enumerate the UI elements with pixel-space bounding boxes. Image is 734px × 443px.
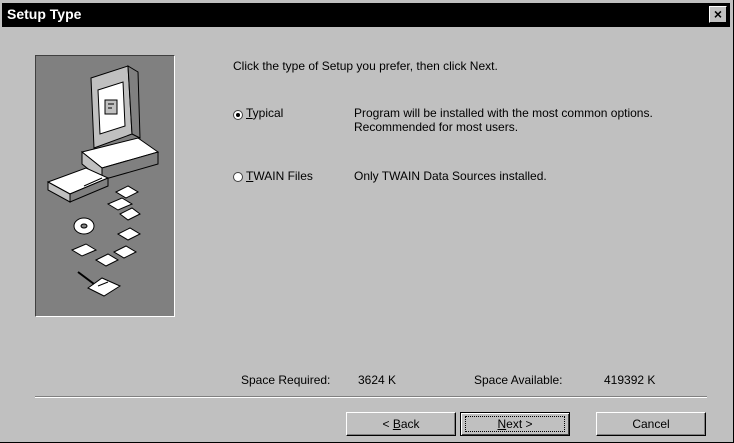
twain-files-radio[interactable] [233, 172, 243, 182]
setup-illustration [35, 55, 175, 317]
cancel-button[interactable]: Cancel [596, 412, 706, 436]
twain-files-description: Only TWAIN Data Sources installed. [354, 169, 547, 183]
space-required-label: Space Required: [241, 373, 331, 387]
twain-files-radio-label[interactable]: TWAIN Files [246, 169, 313, 183]
radio-selected-dot [236, 113, 240, 117]
close-button[interactable]: × [709, 6, 727, 23]
typical-radio[interactable] [233, 110, 243, 120]
typical-description-line1: Program will be installed with the most … [354, 106, 653, 120]
instructions-text: Click the type of Setup you prefer, then… [233, 59, 498, 73]
window-title: Setup Type [7, 6, 82, 22]
setup-type-dialog: Setup Type × Click the type of Setup you… [0, 0, 734, 443]
title-bar[interactable]: Setup Type × [2, 3, 730, 27]
back-button[interactable]: < Back [346, 412, 456, 436]
next-button[interactable]: Next > [460, 412, 570, 436]
separator-line [35, 396, 707, 398]
space-available-label: Space Available: [474, 373, 563, 387]
close-icon: × [713, 6, 723, 22]
typical-radio-label[interactable]: Typical [246, 106, 283, 120]
typical-description-line2: Recommended for most users. [354, 120, 519, 134]
computer-and-disks-icon [46, 65, 160, 297]
space-available-value: 419392 K [604, 373, 656, 387]
space-required-value: 3624 K [358, 373, 397, 387]
